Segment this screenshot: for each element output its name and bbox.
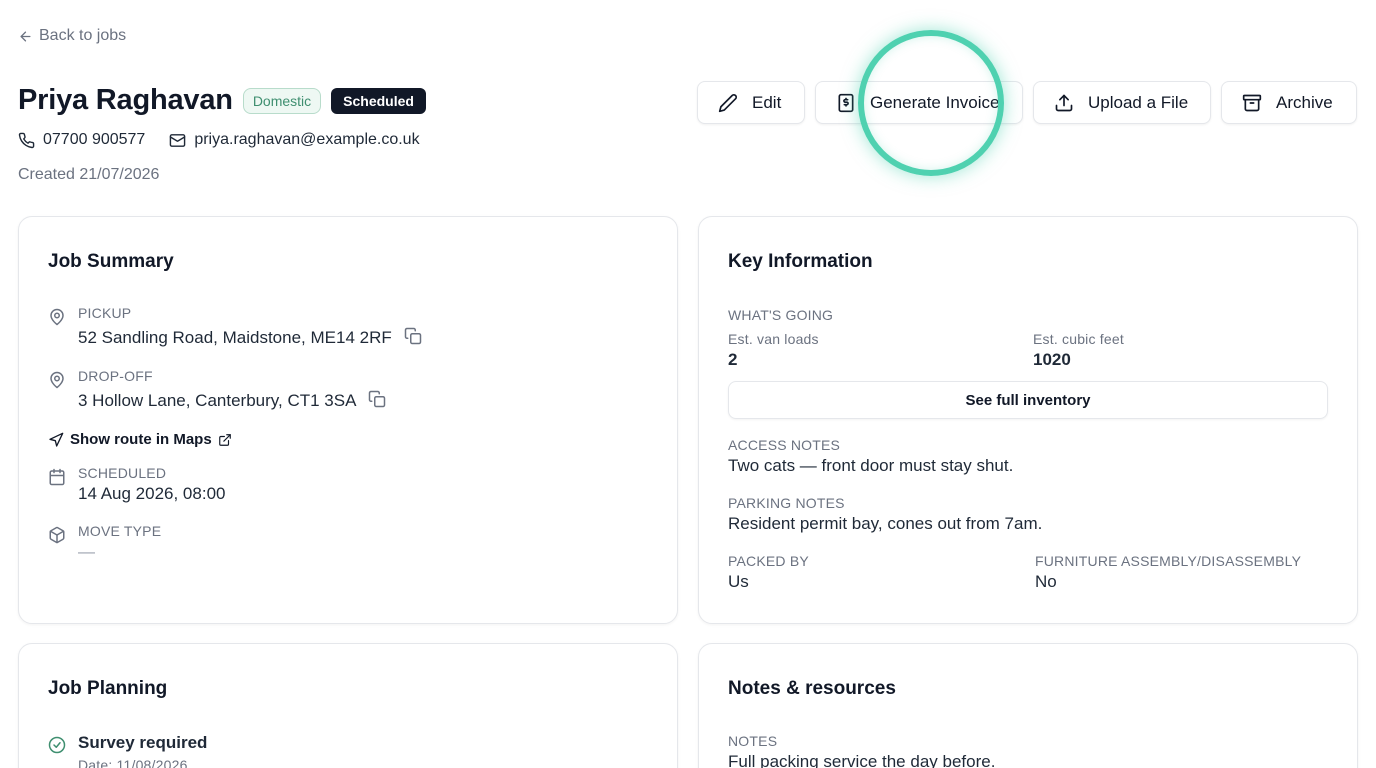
show-route-link[interactable]: Show route in Maps <box>48 431 232 448</box>
arrow-left-icon <box>20 31 31 41</box>
check-circle-icon <box>48 736 66 754</box>
job-summary-card: Job Summary PICKUP 52 Sandling Road, Mai… <box>18 216 678 624</box>
back-to-jobs-link[interactable]: Back to jobs <box>18 27 126 45</box>
dropoff-address: 3 Hollow Lane, Canterbury, CT1 3SA <box>78 391 357 410</box>
dropoff-label: DROP-OFF <box>78 368 153 384</box>
notes-value: Full packing service the day before. <box>728 752 996 768</box>
access-notes-value: Two cats — front door must stay shut. <box>728 456 1014 475</box>
map-pin-icon <box>50 371 64 389</box>
whats-going-label: WHAT'S GOING <box>728 307 834 323</box>
edit-button[interactable]: Edit <box>697 81 805 124</box>
copy-icon[interactable] <box>368 390 386 408</box>
notes-resources-card: Notes & resources NOTES Full packing ser… <box>698 643 1358 768</box>
archive-icon <box>1242 94 1262 111</box>
copy-icon[interactable] <box>404 327 422 345</box>
scheduled-label: SCHEDULED <box>78 465 167 481</box>
van-loads-value: 2 <box>728 350 738 369</box>
scheduled-value: 14 Aug 2026, 08:00 <box>78 484 226 503</box>
job-header: Priya Raghavan Domestic Scheduled <box>18 84 426 117</box>
calendar-icon <box>49 468 65 486</box>
packed-by-value: Us <box>728 572 749 591</box>
map-pin-icon <box>50 308 64 326</box>
furniture-assembly-label: FURNITURE ASSEMBLY/DISASSEMBLY <box>1035 553 1302 569</box>
move-type-row: MOVE TYPE — <box>48 523 161 562</box>
upload-icon <box>1055 94 1073 111</box>
scheduled-row: SCHEDULED 14 Aug 2026, 08:00 <box>48 465 225 504</box>
access-notes-label: ACCESS NOTES <box>728 437 841 453</box>
phone-number[interactable]: 07700 900577 <box>43 131 145 149</box>
receipt-icon <box>838 93 854 112</box>
generate-invoice-button[interactable]: Generate Invoice <box>815 81 1023 124</box>
status-badge: Scheduled <box>331 87 426 114</box>
key-information-card: Key Information WHAT'S GOING Est. van lo… <box>698 216 1358 624</box>
parking-notes-label: PARKING NOTES <box>728 495 845 511</box>
back-label: Back to jobs <box>39 27 127 44</box>
job-type-badge: Domestic <box>242 87 322 114</box>
parking-notes-value: Resident permit bay, cones out from 7am. <box>728 514 1043 533</box>
pickup-row: PICKUP 52 Sandling Road, Maidstone, ME14… <box>48 305 422 348</box>
mail-icon <box>170 133 186 147</box>
dropoff-row: DROP-OFF 3 Hollow Lane, Canterbury, CT1 … <box>48 368 386 411</box>
survey-date: Date: 11/08/2026 <box>78 757 188 768</box>
van-loads-label: Est. van loads <box>728 331 819 347</box>
pickup-label: PICKUP <box>78 305 132 321</box>
package-icon <box>49 526 65 544</box>
furniture-assembly-value: No <box>1035 572 1057 591</box>
email-address[interactable]: priya.raghavan@example.co.uk <box>194 131 419 149</box>
pickup-address: 52 Sandling Road, Maidstone, ME14 2RF <box>78 328 392 347</box>
archive-button[interactable]: Archive <box>1221 81 1357 124</box>
move-type-label: MOVE TYPE <box>78 523 162 539</box>
cubic-feet-label: Est. cubic feet <box>1033 331 1124 347</box>
job-planning-title: Job Planning <box>48 678 168 699</box>
action-bar: Edit Generate Invoice Upload a File Arch… <box>697 81 1357 124</box>
job-planning-card: Job Planning Survey required Date: 11/08… <box>18 643 678 768</box>
customer-name: Priya Raghavan <box>18 84 233 116</box>
cubic-feet-value: 1020 <box>1033 350 1071 369</box>
key-information-title: Key Information <box>728 251 873 272</box>
phone-icon <box>18 132 35 148</box>
job-summary-title: Job Summary <box>48 251 174 272</box>
navigation-icon <box>49 432 64 447</box>
upload-file-button[interactable]: Upload a File <box>1033 81 1211 124</box>
notes-label: NOTES <box>728 733 778 749</box>
packed-by-label: PACKED BY <box>728 553 809 569</box>
external-link-icon <box>218 433 231 446</box>
survey-required-label: Survey required <box>78 733 208 752</box>
contact-info: 07700 900577 priya.raghavan@example.co.u… <box>18 131 420 149</box>
survey-row: Survey required Date: 11/08/2026 <box>48 733 207 768</box>
move-type-value: — <box>78 542 95 561</box>
created-date: Created 21/07/2026 <box>18 166 160 183</box>
pencil-icon <box>718 93 737 112</box>
see-full-inventory-button[interactable]: See full inventory <box>728 381 1328 419</box>
notes-resources-title: Notes & resources <box>728 678 896 699</box>
